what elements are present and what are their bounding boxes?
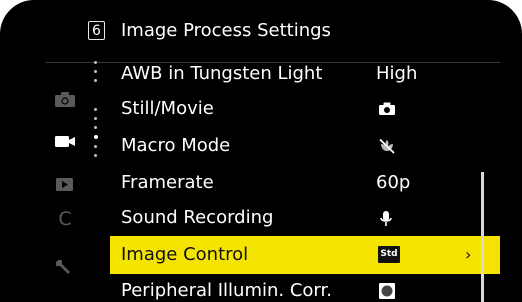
page-title: Image Process Settings	[121, 20, 331, 41]
menu-item-peripheral-illumin[interactable]: Peripheral Illumin. Corr.	[110, 272, 500, 302]
camera-icon	[379, 102, 395, 115]
sidebar-dots-1	[94, 61, 98, 88]
menu-item-label: Peripheral Illumin. Corr.	[121, 280, 332, 301]
menu-item-awb[interactable]: AWB in Tungsten Light High	[110, 55, 500, 93]
sidebar-tab-custom-icon[interactable]: C	[54, 208, 76, 230]
camera-menu-screen: 6 Image Process Settings C AWB in Tungst…	[0, 0, 522, 302]
menu-item-sound-recording[interactable]: Sound Recording	[110, 199, 500, 237]
menu-item-label: AWB in Tungsten Light	[121, 63, 323, 84]
menu-item-framerate[interactable]: Framerate 60p	[110, 164, 500, 202]
menu-header: 6 Image Process Settings	[0, 14, 522, 63]
macro-off-icon	[379, 138, 395, 154]
menu-item-label: Still/Movie	[121, 98, 214, 119]
square-icon	[379, 283, 395, 299]
menu-item-still-movie[interactable]: Still/Movie	[110, 90, 500, 128]
scrollbar[interactable]	[481, 172, 484, 302]
microphone-icon	[380, 211, 392, 226]
sidebar-tab-playback-icon[interactable]	[54, 175, 76, 193]
sidebar-tab-video-icon[interactable]	[54, 132, 76, 150]
menu-item-value: 60p	[376, 172, 411, 193]
chevron-right-icon: ›	[465, 245, 472, 264]
menu-item-macro-mode[interactable]: Macro Mode	[110, 127, 500, 165]
menu-item-label: Sound Recording	[121, 207, 274, 228]
menu-item-label: Image Control	[121, 244, 249, 265]
menu-item-label: Framerate	[121, 172, 214, 193]
sidebar-tab-camera-icon[interactable]	[54, 90, 76, 108]
sidebar-tab-wrench-icon[interactable]	[54, 258, 76, 276]
std-badge: Std	[378, 246, 400, 263]
menu-item-label: Macro Mode	[121, 135, 231, 156]
page-number-badge: 6	[88, 21, 105, 40]
menu-item-image-control[interactable]: Image Control Std ›	[110, 236, 500, 274]
sidebar: C	[0, 50, 110, 302]
menu-item-value: High	[376, 63, 418, 84]
sidebar-dots-2	[94, 108, 98, 163]
